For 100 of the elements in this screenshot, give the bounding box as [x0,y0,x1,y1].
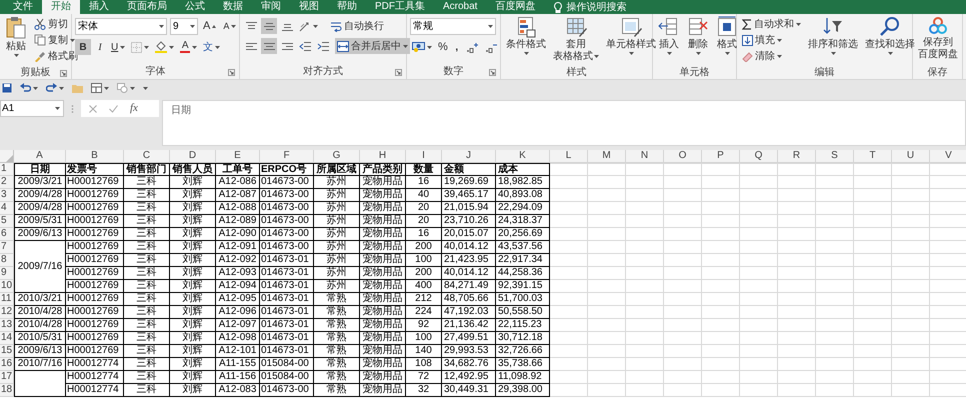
table-cell: 刘辉 [170,267,216,280]
table-cell: 刘辉 [170,202,216,215]
table-cell: 014673-00 [260,228,314,241]
table-cell: 34,682.76 [442,358,496,371]
table-cell: 47,192.03 [442,306,496,319]
table-cell: 32,726.66 [496,345,550,358]
table-cell: 三科 [124,345,170,358]
table-cell: 014673-01 [260,280,314,293]
table-cell: 40 [406,189,442,202]
table-cell: 刘辉 [170,228,216,241]
column-heading: 所属区域 [314,163,360,176]
table-cell: 92 [406,319,442,332]
table-cell: 27,499.51 [442,332,496,345]
table-cell: 常熟 [314,345,360,358]
table-cell: H00012769 [66,319,124,332]
table-cell: 刘辉 [170,176,216,189]
table-cell: 刘辉 [170,293,216,306]
table-cell: 92,391.15 [496,280,550,293]
table-cell: 22,917.34 [496,254,550,267]
table-cell: 宠物用品 [360,267,406,280]
table-cell: 20,256.69 [496,228,550,241]
group-label: 样式 [566,68,586,78]
table-cell: 刘辉 [170,241,216,254]
table-cell: 常熟 [314,319,360,332]
table-cell: 100 [406,254,442,267]
table-cell: 40,014.12 [442,267,496,280]
table-cell: 2010/3/21 [14,293,66,306]
table-cell: 刘辉 [170,215,216,228]
table-cell: 刘辉 [170,319,216,332]
table-cell: A12-086 [216,176,260,189]
group-label: 编辑 [814,68,834,78]
column-heading: 销售部门 [124,163,170,176]
table-cell: 宠物用品 [360,189,406,202]
table-cell: H00012769 [66,306,124,319]
table-cell: 16 [406,176,442,189]
table-cell: H00012769 [66,176,124,189]
table-cell: 224 [406,306,442,319]
table-cell: 014673-01 [260,267,314,280]
table-cell: 宠物用品 [360,228,406,241]
table-cell: 三科 [124,332,170,345]
table-cell: 014673-01 [260,293,314,306]
table-cell: 2009/5/31 [14,215,66,228]
table-cell: H00012769 [66,228,124,241]
group-label: 数字 [444,67,464,77]
table-cell: A12-096 [216,306,260,319]
table-cell: 108 [406,358,442,371]
table-cell: 11,098.92 [496,371,550,384]
table-cell: 宠物用品 [360,202,406,215]
group-label: 对齐方式 [303,67,343,77]
table-cell: 014673-01 [260,319,314,332]
table-cell: 三科 [124,254,170,267]
table-cell: A12-089 [216,215,260,228]
table-cell: 刘辉 [170,371,216,384]
table-cell: H00012769 [66,293,124,306]
table-cell: 宠物用品 [360,176,406,189]
table-cell: 2009/6/13 [14,228,66,241]
table-cell: 2009/3/21 [14,176,66,189]
table-cell: 苏州 [314,189,360,202]
table-cell: 014673-00 [260,176,314,189]
group-label: 剪贴板 [20,68,50,78]
table-cell: 51,700.03 [496,293,550,306]
table-cell: 刘辉 [170,345,216,358]
table-cell: 宠物用品 [360,254,406,267]
table-cell: 014673-00 [260,384,314,397]
table-cell: 苏州 [314,176,360,189]
table-cell: 宠物用品 [360,280,406,293]
table-cell: H00012769 [66,241,124,254]
table-cell: A12-087 [216,189,260,202]
column-heading: 工单号 [216,163,260,176]
table-cell: 29,993.53 [442,345,496,358]
table-cell: A12-094 [216,280,260,293]
table-cell: A12-097 [216,319,260,332]
table-cell: 014673-01 [260,306,314,319]
table-cell: A12-092 [216,254,260,267]
table-cell: 三科 [124,293,170,306]
table-cell: 200 [406,267,442,280]
table-cell: 18,982.85 [496,176,550,189]
table-cell: 刘辉 [170,358,216,371]
table-cell: 三科 [124,189,170,202]
table-cell: 014673-00 [260,189,314,202]
table-cell: 22,115.23 [496,319,550,332]
table-cell: 50,558.50 [496,306,550,319]
column-heading: 成本 [496,163,550,176]
table-cell: 12,492.95 [442,371,496,384]
table-cell: 宠物用品 [360,293,406,306]
table-cell: 30,712.18 [496,332,550,345]
group-label: 字体 [146,67,166,77]
table-cell: 三科 [124,215,170,228]
table-cell: H00012769 [66,345,124,358]
table-cell: 2010/5/31 [14,332,66,345]
table-cell: 23,710.26 [442,215,496,228]
table-cell: 014673-00 [260,202,314,215]
table-cell: 三科 [124,241,170,254]
table-cell: 014673-01 [260,332,314,345]
table-cell: 宠物用品 [360,306,406,319]
table-cell: 20,015.07 [442,228,496,241]
table-cell: 三科 [124,202,170,215]
table-cell: 刘辉 [170,254,216,267]
table-cell: 212 [406,293,442,306]
table-cell: H00012769 [66,267,124,280]
